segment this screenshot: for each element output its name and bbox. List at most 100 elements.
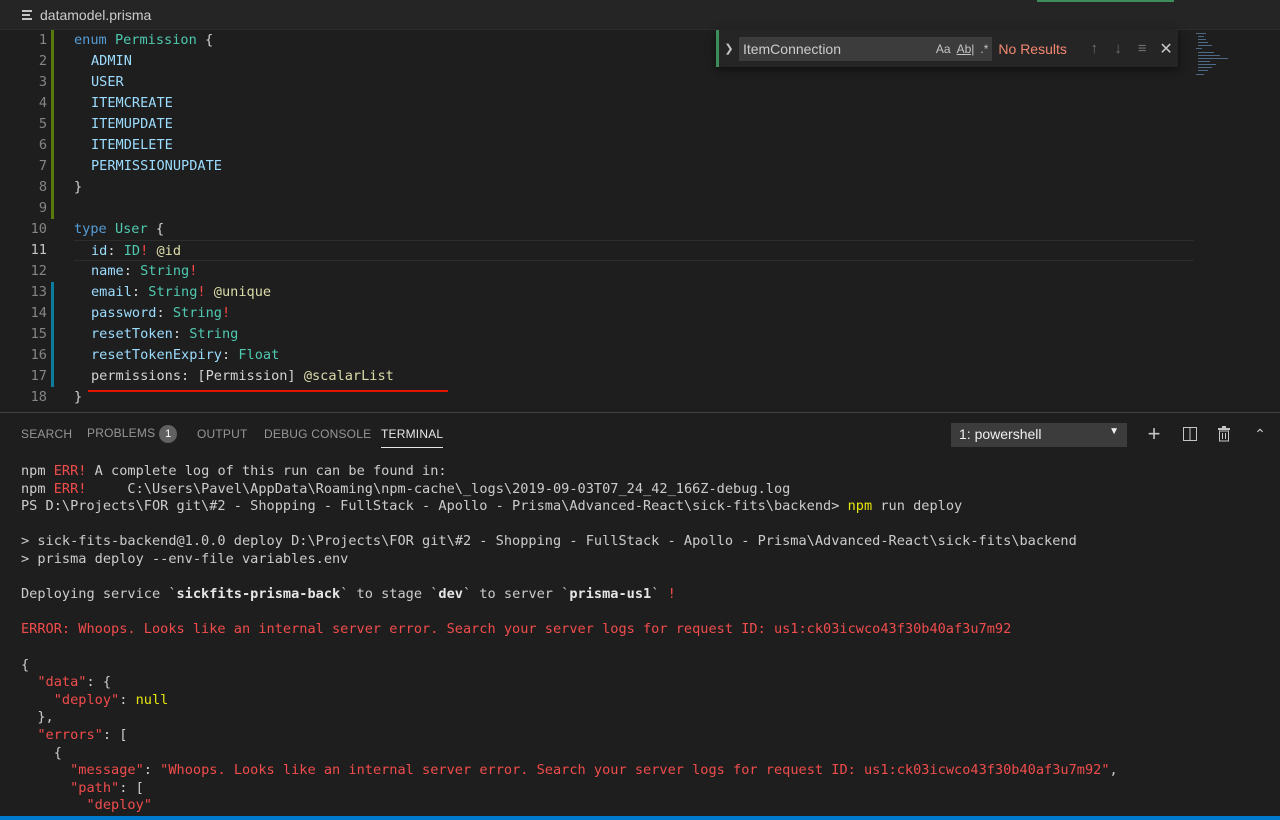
enum-value: ADMIN [91, 53, 132, 69]
breadcrumb-filename[interactable]: datamodel.prisma [40, 7, 151, 23]
enum-value: ITEMCREATE [91, 95, 173, 111]
code-line: ITEMDELETE [74, 135, 1194, 156]
required-mark: ! [140, 243, 149, 259]
terminal-text: ! [667, 586, 676, 603]
json-key: "deploy" [53, 691, 120, 708]
find-widget[interactable]: ❯ ItemConnection Aa Ab| .* No Results ↑ … [716, 30, 1178, 67]
json-null: null [135, 691, 169, 708]
terminal-text: : { [86, 674, 112, 691]
terminal-text: ` [651, 586, 668, 603]
terminal-line: { [21, 656, 30, 673]
terminal-line: npm ERR! C:\Users\Pavel\AppData\Roaming\… [21, 481, 1271, 499]
code-editor[interactable]: 1 2 3 4 5 6 7 8 9 10 11 12 13 14 15 16 1… [0, 30, 1280, 412]
arrow-down-icon[interactable]: ↓ [1106, 40, 1130, 57]
terminal-text: : [143, 762, 161, 779]
tab-search[interactable]: SEARCH [21, 427, 72, 441]
git-added-gutter-marker[interactable] [51, 30, 54, 219]
colon: : [172, 326, 182, 342]
line-number: 14 [30, 305, 47, 321]
line-number: 3 [38, 74, 47, 90]
line-number: 13 [30, 284, 47, 300]
plus-icon[interactable]: + [1142, 422, 1166, 446]
git-modified-gutter-marker[interactable] [51, 282, 54, 387]
field-type: Float [238, 347, 280, 363]
directive: @id [156, 243, 182, 259]
match-case-toggle[interactable]: Aa [936, 42, 951, 56]
terminal-text: ` to stage ` [340, 586, 439, 603]
file-lines-icon [22, 9, 32, 21]
colon: : [181, 368, 190, 384]
terminal-text: npm [21, 480, 54, 497]
terminal-selector[interactable]: 1: powershell ▼ [951, 423, 1127, 447]
code-lines[interactable]: enum Permission { ADMIN USER ITEMCREATE … [74, 30, 1194, 408]
terminal-text: npm [21, 463, 54, 479]
tab-output[interactable]: OUTPUT [197, 427, 248, 441]
whole-word-toggle[interactable]: Ab| [957, 42, 975, 56]
terminal-output[interactable]: npm ERR! A complete log of this run can … [21, 463, 1271, 815]
line-number: 6 [38, 137, 47, 153]
npm-err-label: ERR! [53, 463, 87, 479]
trash-icon[interactable] [1212, 422, 1236, 446]
chevron-up-icon[interactable]: ⌃ [1248, 422, 1272, 446]
field-type: ID [123, 243, 141, 259]
regex-toggle[interactable]: .* [980, 42, 988, 56]
code-line: resetTokenExpiry: Float [74, 345, 1194, 366]
enum-value: ITEMDELETE [91, 137, 173, 153]
service-name: sickfits-prisma-back [176, 586, 341, 603]
tab-problems[interactable]: PROBLEMS 1 [87, 425, 178, 443]
npm-err-label: ERR! [53, 480, 87, 497]
terminal-text: C:\Users\Pavel\AppData\Roaming\npm-cache… [86, 480, 791, 497]
required-mark: ! [221, 305, 231, 321]
code-line-current: id: ID! @id [74, 240, 1194, 261]
terminal-line: > sick-fits-backend@1.0.0 deploy D:\Proj… [21, 533, 1077, 550]
field-name: name [91, 263, 124, 279]
field-name: resetToken [91, 326, 173, 342]
json-key: "errors" [37, 726, 103, 743]
field-name: resetTokenExpiry [91, 347, 222, 363]
tab-debug-console[interactable]: DEBUG CONSOLE [264, 427, 371, 441]
chevron-right-icon[interactable]: ❯ [719, 42, 739, 55]
find-in-selection-icon[interactable]: ≡ [1130, 40, 1154, 57]
code-line: type User { [74, 219, 1194, 240]
terminal-error-line: ERROR: Whoops. Looks like an internal se… [21, 621, 1012, 638]
tab-problems-label[interactable]: PROBLEMS [87, 426, 155, 440]
arrow-up-icon[interactable]: ↑ [1082, 40, 1106, 57]
terminal-text: : [119, 691, 136, 708]
field-type: String [140, 263, 190, 279]
code-line: resetToken: String [74, 324, 1194, 345]
find-input[interactable]: ItemConnection Aa Ab| .* [738, 36, 993, 61]
terminal-selector-value[interactable]: 1: powershell [959, 426, 1042, 442]
error-squiggle[interactable] [88, 390, 448, 392]
find-input-value[interactable]: ItemConnection [743, 41, 930, 57]
tab-terminal[interactable]: TERMINAL [381, 427, 444, 448]
breadcrumb[interactable]: datamodel.prisma [22, 7, 151, 23]
dropdown-arrow-icon[interactable]: ▼ [1109, 426, 1119, 437]
terminal-line: "data": { [21, 674, 1271, 692]
split-terminal-icon[interactable] [1178, 422, 1202, 446]
field-name: email [91, 284, 132, 300]
line-number: 8 [38, 179, 47, 195]
keyword: type [74, 221, 107, 237]
terminal-line: "path": [ [21, 780, 1271, 798]
colon: : [123, 263, 132, 279]
bottom-panel: SEARCH PROBLEMS 1 OUTPUT DEBUG CONSOLE TE… [0, 412, 1280, 820]
minimap[interactable] [1194, 30, 1280, 90]
close-icon[interactable]: ✕ [1154, 39, 1178, 59]
directive: @unique [213, 284, 272, 300]
stage-name: dev [438, 586, 463, 603]
json-key: "data" [37, 674, 87, 691]
keyword: enum [74, 32, 107, 48]
required-mark: ! [189, 263, 198, 279]
problems-count-badge: 1 [159, 425, 178, 443]
line-number: 5 [38, 116, 47, 132]
code-line: name: String! [74, 261, 1194, 282]
command-name: npm [847, 498, 873, 515]
code-line: permissions: [Permission] @scalarList [74, 366, 1194, 387]
enum-value: USER [91, 74, 124, 90]
code-line: password: String! [74, 303, 1194, 324]
terminal-line: "deploy": null [21, 692, 1271, 710]
